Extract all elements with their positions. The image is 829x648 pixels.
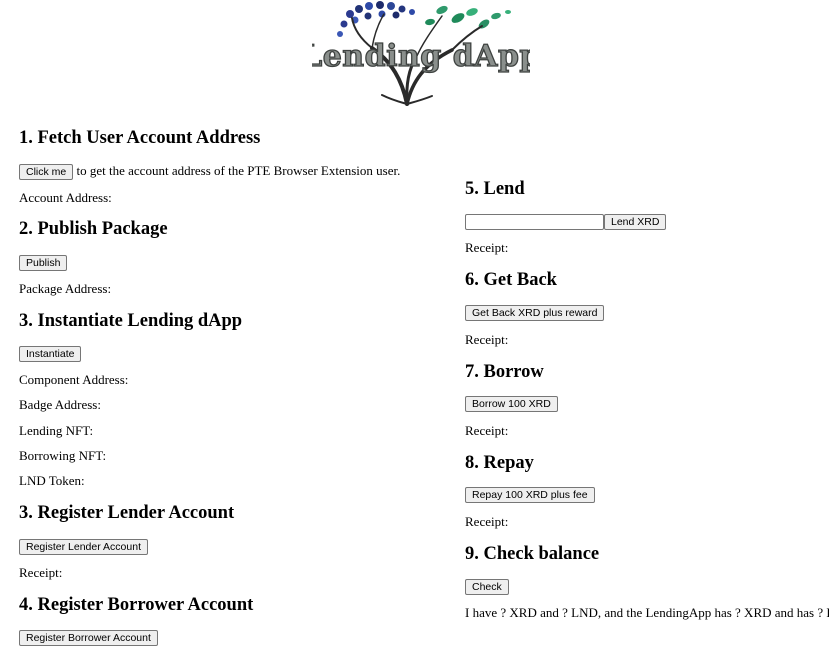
section-instantiate-title: 3. Instantiate Lending dApp	[19, 311, 243, 331]
badge-address-label: Badge Address:	[19, 397, 101, 412]
repay-receipt: Receipt:	[465, 514, 509, 529]
package-address-label: Package Address:	[19, 281, 112, 296]
get-back-button[interactable]: Get Back XRD plus reward	[465, 305, 605, 321]
lending-nft-label: Lending NFT:	[19, 423, 94, 438]
lnd-token-label: LND Token:	[19, 473, 85, 488]
section-publish-package-title: 2. Publish Package	[19, 219, 168, 239]
logo-wordmark: Lending dApp	[312, 39, 530, 74]
lend-xrd-button[interactable]: Lend XRD	[604, 214, 667, 230]
borrow-button[interactable]: Borrow 100 XRD	[465, 396, 558, 412]
section-borrow-title: 7. Borrow	[465, 362, 544, 382]
section-register-borrower-title: 4. Register Borrower Account	[19, 595, 254, 615]
section-get-back-title: 6. Get Back	[465, 270, 557, 290]
section-check-balance-title: 9. Check balance	[465, 544, 600, 564]
leaves-graphic	[337, 1, 511, 37]
section-repay-title: 8. Repay	[465, 453, 534, 473]
section-fetch-account-title: 1. Fetch User Account Address	[19, 128, 261, 148]
register-lender-button[interactable]: Register Lender Account	[19, 539, 148, 555]
lending-dapp-logo: Lending dApp	[312, 0, 530, 108]
section-lend-title: 5. Lend	[465, 179, 525, 199]
check-button[interactable]: Check	[465, 579, 509, 595]
fetch-account-description: to get the account address of the PTE Br…	[73, 163, 401, 178]
click-me-button[interactable]: Click me	[19, 164, 74, 181]
register-borrower-button[interactable]: Register Borrower Account	[19, 630, 158, 646]
account-address-label: Account Address:	[19, 190, 112, 205]
section-register-lender-title: 3. Register Lender Account	[19, 503, 235, 523]
fetch-account-row: Click me to get the account address of t…	[19, 163, 401, 181]
component-address-label: Component Address:	[19, 372, 129, 387]
borrowing-nft-label: Borrowing NFT:	[19, 448, 107, 463]
borrow-receipt: Receipt:	[465, 423, 509, 438]
register-lender-receipt: Receipt:	[19, 565, 63, 580]
get-back-receipt: Receipt:	[465, 332, 509, 347]
repay-button[interactable]: Repay 100 XRD plus fee	[465, 487, 595, 503]
lend-amount-input[interactable]	[465, 214, 604, 230]
publish-button[interactable]: Publish	[19, 255, 68, 271]
balance-result: I have ? XRD and ? LND, and the LendingA…	[465, 605, 829, 620]
lend-receipt: Receipt:	[465, 240, 509, 255]
instantiate-button[interactable]: Instantiate	[19, 346, 82, 362]
